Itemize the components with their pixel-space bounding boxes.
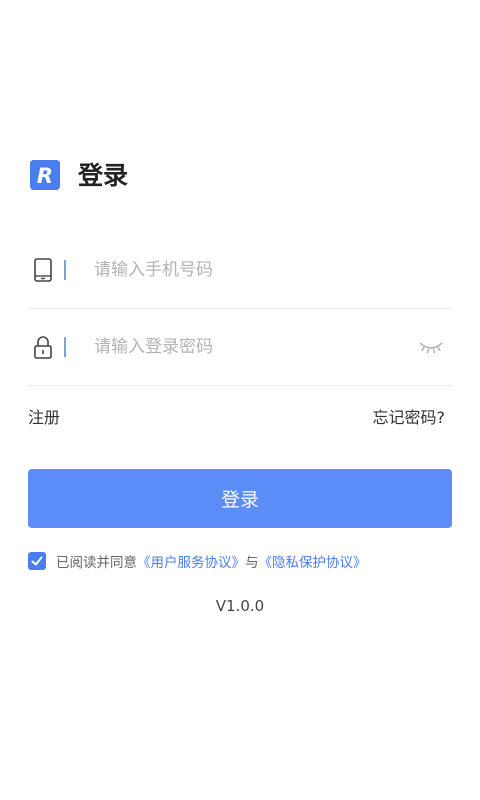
login-button[interactable]: 登录	[28, 469, 452, 528]
phone-input[interactable]	[94, 256, 394, 284]
register-link[interactable]: 注册	[28, 406, 60, 430]
login-page: R 登录 请输入手机号码 注册 忘记密码? 登录 已阅读并同意 《用户服务协议》…	[0, 0, 480, 800]
privacy-policy-link[interactable]: 《隐私保护协议》	[259, 551, 367, 571]
field-divider	[64, 337, 66, 357]
field-divider	[64, 260, 66, 280]
agreement-checkbox[interactable]	[28, 552, 46, 570]
agreement-prefix: 已阅读并同意	[56, 555, 137, 571]
page-title: 登录	[78, 161, 129, 190]
password-input[interactable]	[94, 333, 394, 361]
brand-r-logo-icon: R	[30, 160, 60, 190]
password-field-row	[28, 309, 452, 386]
agreement-row: 已阅读并同意 《用户服务协议》 与 《隐私保护协议》	[28, 550, 367, 572]
user-agreement-link[interactable]: 《用户服务协议》	[137, 551, 245, 571]
svg-text:R: R	[37, 164, 53, 188]
tablet-icon	[32, 258, 54, 282]
lock-icon	[32, 335, 54, 359]
version-label: V1.0.0	[215, 597, 265, 615]
agreement-conjunction: 与	[245, 555, 259, 571]
checkmark-icon	[31, 556, 43, 566]
phone-field-row	[28, 232, 452, 309]
forgot-password-link[interactable]: 忘记密码?	[373, 406, 446, 430]
header: R 登录	[0, 156, 480, 196]
eye-closed-icon[interactable]	[418, 339, 444, 355]
